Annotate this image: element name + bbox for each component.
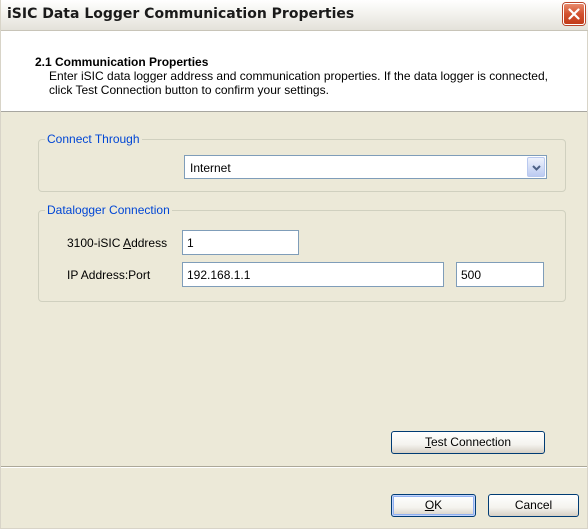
connect-through-value: Internet [190, 161, 231, 175]
ip-port-label: IP Address:Port [67, 268, 151, 282]
header-panel: 2.1 Communication Properties Enter iSIC … [1, 31, 587, 112]
port-input-value: 500 [461, 268, 482, 282]
ip-address-input[interactable]: 192.168.1.1 [182, 262, 444, 287]
address-label-before: 3100-iSIC [67, 236, 124, 250]
connect-through-select[interactable]: Internet [184, 155, 547, 179]
cancel-button[interactable]: Cancel [488, 494, 579, 517]
ok-accel: O [424, 498, 435, 512]
dialog-window: iSIC Data Logger Communication Propertie… [0, 0, 588, 529]
close-icon [568, 8, 580, 20]
title-bar[interactable]: iSIC Data Logger Communication Propertie… [1, 0, 588, 31]
ok-button[interactable]: OK [391, 494, 476, 517]
close-button[interactable] [563, 3, 585, 25]
test-connection-label: est Connection [430, 435, 512, 449]
window-title: iSIC Data Logger Communication Propertie… [7, 6, 355, 22]
address-label-after: ddress [131, 236, 168, 250]
address-input-value: 1 [187, 236, 194, 250]
chevron-down-icon [532, 165, 541, 171]
address-label: 3100-iSIC Address [67, 236, 167, 250]
footer-divider [1, 466, 587, 468]
ok-label: K [434, 498, 443, 512]
page-title: 2.1 Communication Properties [35, 55, 209, 69]
port-input[interactable]: 500 [456, 262, 544, 287]
connect-through-legend: Connect Through [47, 132, 140, 146]
test-connection-button[interactable]: Test Connection [391, 431, 545, 454]
dropdown-button[interactable] [527, 157, 545, 177]
datalogger-connection-group: Datalogger Connection [38, 203, 566, 302]
page-description: Enter iSIC data logger address and commu… [49, 69, 548, 97]
ip-address-input-value: 192.168.1.1 [187, 268, 251, 282]
address-input[interactable]: 1 [182, 230, 299, 255]
datalogger-connection-legend: Datalogger Connection [47, 203, 170, 217]
address-label-accel: A [123, 236, 132, 250]
